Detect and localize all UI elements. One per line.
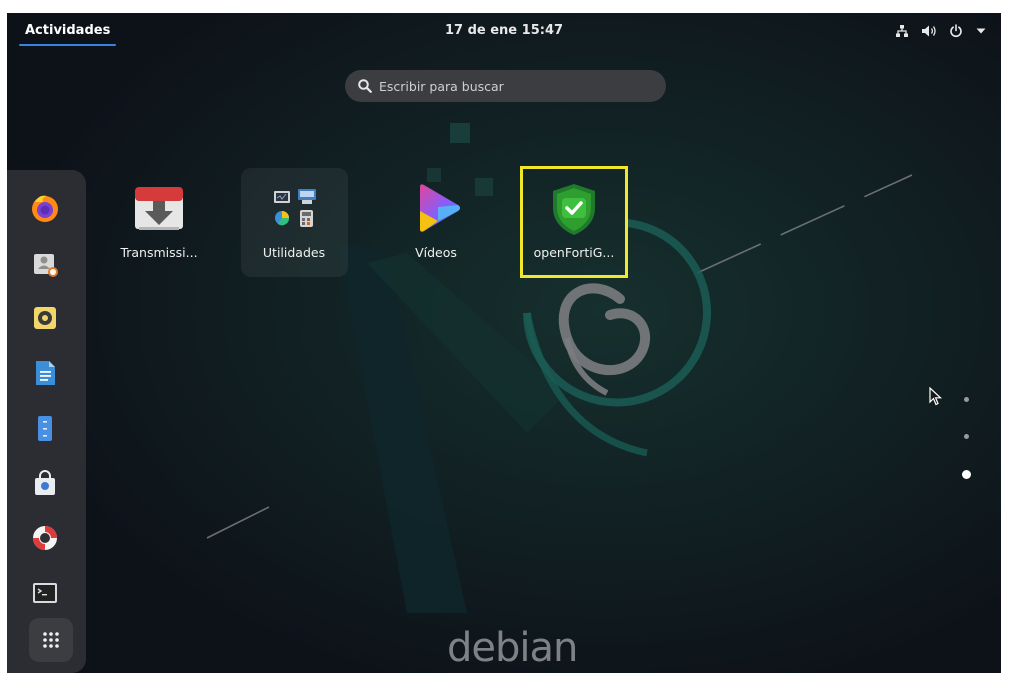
- app-utilities-folder[interactable]: Utilidades: [239, 169, 349, 277]
- volume-icon: [922, 25, 936, 37]
- app-label: Transmissi...: [120, 245, 198, 260]
- clock[interactable]: 17 de ene 15:47: [7, 13, 1001, 49]
- highlight-box: [520, 166, 628, 278]
- search-bar[interactable]: [345, 70, 666, 102]
- page-indicator-1[interactable]: [964, 397, 969, 402]
- dock-item-contacts[interactable]: [25, 243, 65, 283]
- desktop-screen: Actividades 17 de ene 15:47 Escribir par…: [7, 13, 1001, 673]
- search-input[interactable]: [379, 70, 649, 102]
- dock-item-rhythmbox[interactable]: [25, 298, 65, 338]
- dash-dock: [7, 170, 86, 673]
- dock-item-writer[interactable]: [25, 353, 65, 393]
- chevron-down-icon: [976, 28, 986, 34]
- video-play-icon: [420, 184, 460, 232]
- system-status-area[interactable]: [895, 13, 987, 49]
- app-transmission[interactable]: Transmissi...: [104, 169, 214, 277]
- network-icon: [896, 25, 908, 37]
- page-indicator-2[interactable]: [964, 434, 969, 439]
- apps-grid-icon: [43, 632, 59, 648]
- lifebuoy-icon: [33, 526, 57, 550]
- transmission-icon: [135, 187, 183, 230]
- utilities-folder-icon: [274, 189, 316, 227]
- top-bar: Actividades 17 de ene 15:47: [7, 13, 1001, 49]
- show-apps-button[interactable]: [29, 618, 73, 662]
- firefox-icon: [32, 195, 58, 222]
- page-indicator-3-current[interactable]: [962, 470, 971, 479]
- wallpaper: [7, 13, 1001, 673]
- dock-item-help[interactable]: [25, 518, 65, 558]
- shopping-bag-icon: [35, 470, 55, 495]
- app-label: Vídeos: [415, 245, 457, 260]
- mouse-cursor-icon: [929, 387, 943, 406]
- clock-label: 17 de ene 15:47: [444, 23, 564, 38]
- app-label: Utilidades: [262, 245, 326, 260]
- dock-item-files[interactable]: [25, 408, 65, 448]
- app-videos[interactable]: Vídeos: [381, 169, 491, 277]
- terminal-icon: [33, 583, 57, 603]
- document-icon: [36, 361, 55, 385]
- dock-item-firefox[interactable]: [25, 188, 65, 228]
- speaker-icon: [34, 307, 56, 329]
- dock-item-terminal[interactable]: [25, 573, 65, 613]
- dock-item-software[interactable]: [25, 463, 65, 503]
- contacts-icon: [34, 254, 58, 277]
- debian-wordmark: debian: [447, 625, 578, 671]
- power-icon: [950, 24, 962, 38]
- file-cabinet-icon: [38, 416, 52, 441]
- search-icon: [358, 79, 372, 93]
